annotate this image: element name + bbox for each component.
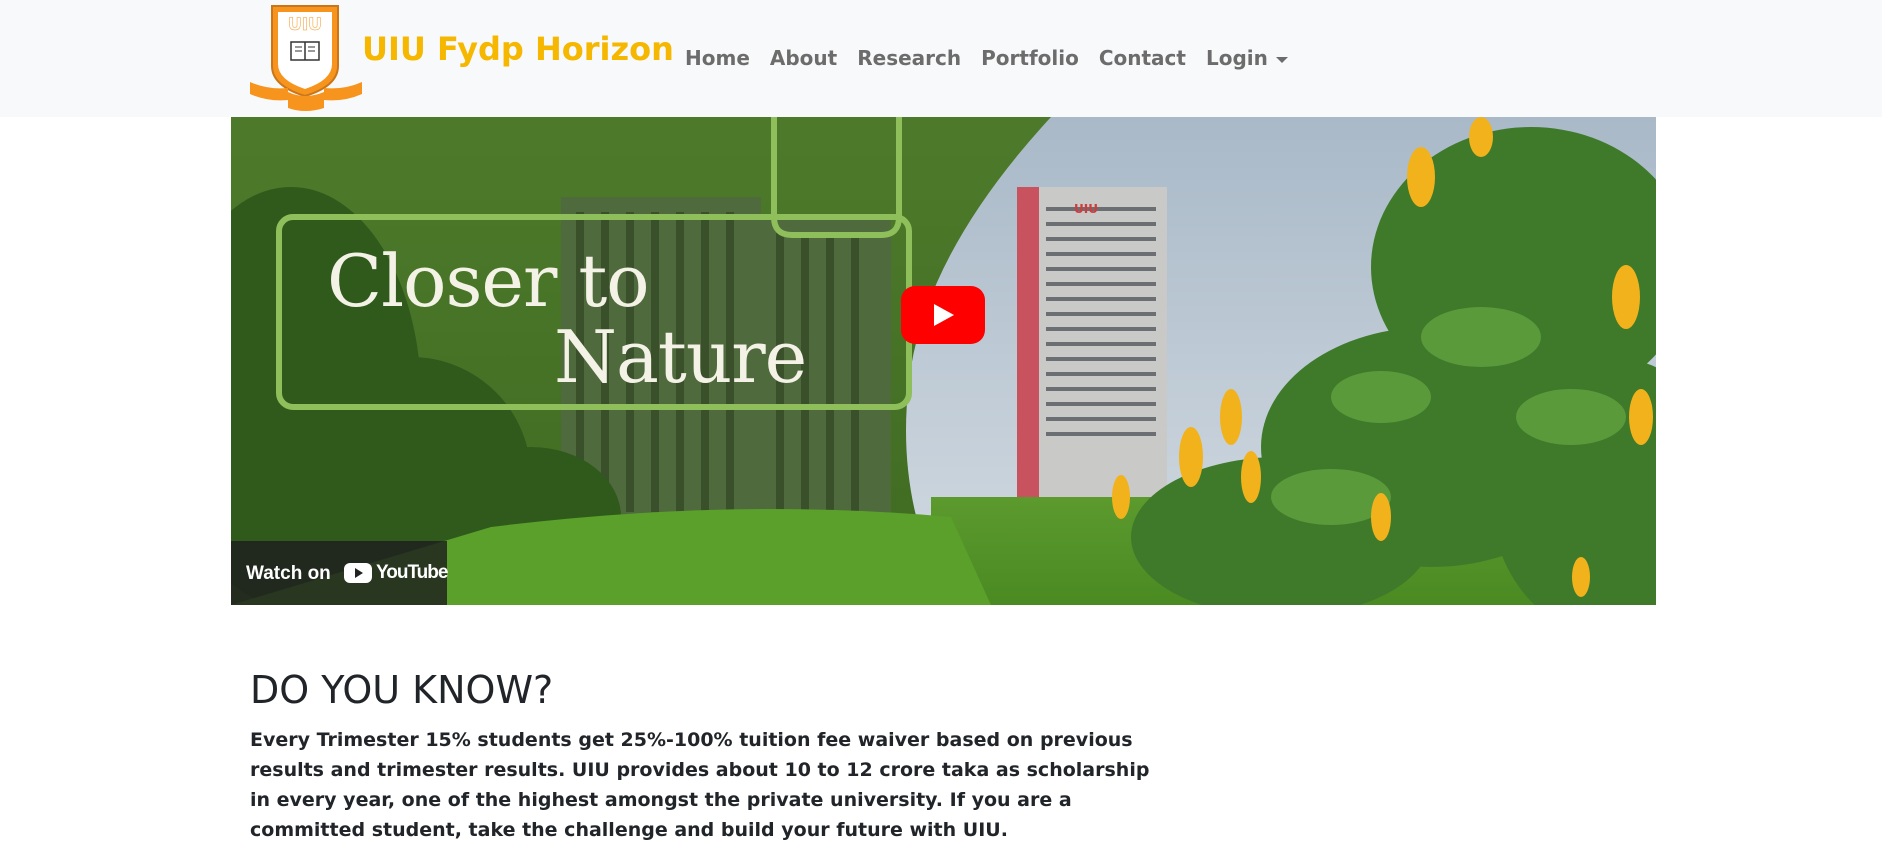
chevron-down-icon (1275, 56, 1288, 63)
watch-on-youtube-button[interactable]: Watch on YouTube (231, 541, 448, 605)
nav-contact[interactable]: Contact (1099, 46, 1186, 70)
video-headline-line2: Nature (554, 315, 807, 399)
main-nav: Home About Research Portfolio Contact Lo… (685, 44, 1308, 72)
youtube-logo-triangle-icon (355, 568, 363, 578)
nav-portfolio[interactable]: Portfolio (981, 46, 1079, 70)
video-embed[interactable]: UIU Closer to Nature Watch on YouTube (231, 117, 1656, 605)
login-label: Login (1205, 46, 1268, 70)
watch-on-label: Watch on (246, 563, 331, 584)
video-thumbnail: UIU (231, 117, 1656, 605)
youtube-logo-icon (344, 563, 372, 583)
login-dropdown[interactable]: Login (1206, 46, 1288, 70)
nav-research[interactable]: Research (857, 46, 961, 70)
brand-title[interactable]: UIU Fydp Horizon (362, 30, 674, 68)
uiu-logo-icon[interactable]: UIU (248, 4, 364, 112)
youtube-play-icon[interactable] (901, 286, 985, 344)
section-title: DO YOU KNOW? (250, 668, 554, 712)
building-sign: UIU (1074, 202, 1098, 216)
navbar: UIU UIU Fydp Horizon Home About Research… (0, 0, 1882, 117)
nav-about[interactable]: About (770, 46, 837, 70)
video-headline-line1: Closer to (327, 239, 650, 323)
nav-home[interactable]: Home (685, 46, 750, 70)
youtube-label: YouTube (376, 562, 448, 583)
section-body: Every Trimester 15% students get 25%-100… (250, 729, 1150, 841)
play-triangle-icon (934, 304, 954, 326)
